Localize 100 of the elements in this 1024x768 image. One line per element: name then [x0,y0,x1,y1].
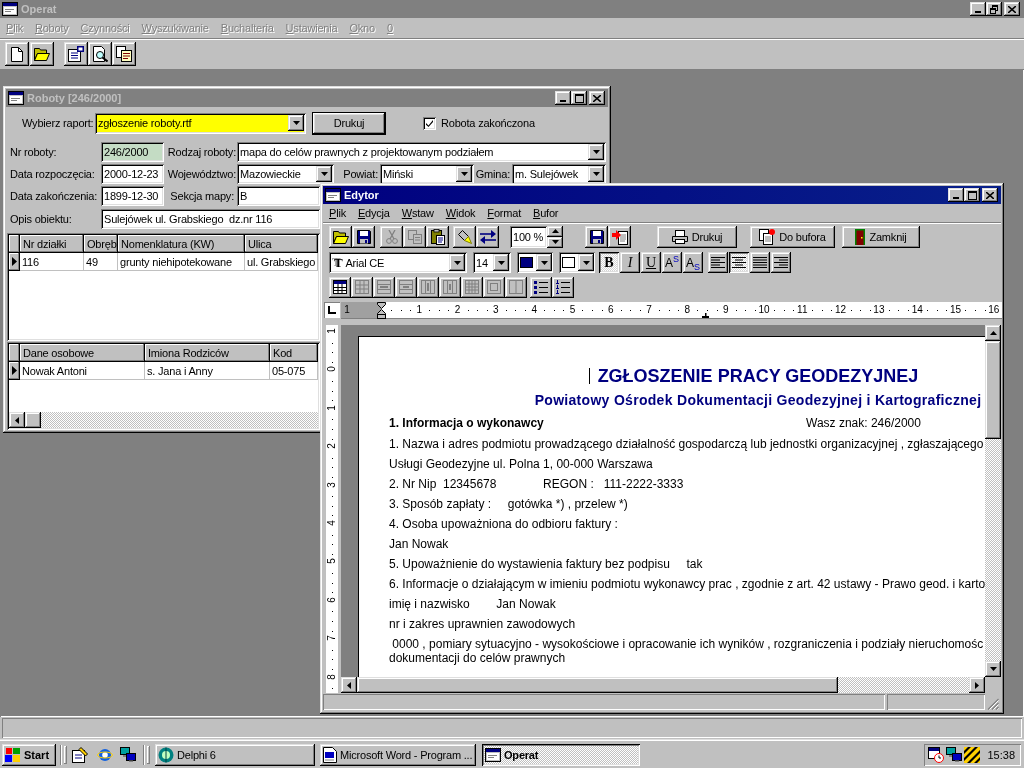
menu-item[interactable]: Wstaw [395,205,440,221]
calendar-clock-icon[interactable] [928,746,944,763]
taskbar-button[interactable]: Operat [482,743,640,766]
monitors-icon[interactable] [946,747,962,762]
document-page[interactable] [358,336,985,677]
dropdown-field[interactable]: Miński [380,164,474,184]
documents-button[interactable] [112,42,136,66]
dropdown-button[interactable] [493,254,509,271]
taskbar-button[interactable]: Microsoft Word - Program ... [320,743,476,766]
save-button[interactable] [352,225,375,248]
highlight-button[interactable] [453,225,476,248]
menu-item[interactable]: Edycja [351,205,396,221]
close-button[interactable] [982,188,998,202]
dropdown-field[interactable]: zgłoszenie roboty.rtf [95,112,306,134]
checkbox[interactable] [423,116,436,130]
close-button[interactable] [1004,2,1020,16]
size-dropdown[interactable]: 14 [473,252,511,273]
monitors-icon[interactable] [120,747,136,762]
buffer-button[interactable]: Do bufora [750,225,835,248]
zoom-field[interactable]: 100 % [510,225,547,248]
dropdown-field[interactable]: m. Sulejówek [512,164,606,184]
scrollbar-thumb[interactable] [25,412,41,428]
numbered-list-button[interactable] [552,276,574,298]
dropdown-button[interactable] [536,254,552,271]
menu-item[interactable]: Bufor [527,205,565,221]
dropdown-button[interactable] [588,166,604,182]
spin-up-button[interactable] [547,225,563,237]
dropdown-button[interactable] [449,254,465,271]
bullet-list-button[interactable] [530,276,552,298]
pencil-paper-icon[interactable] [72,746,88,763]
tab-selector-button[interactable] [324,302,340,318]
column-header[interactable]: Nomenklatura (KW) [118,235,245,253]
print-preview-button[interactable] [88,42,112,66]
column-header[interactable]: Ulica [245,235,318,253]
globe-icon[interactable] [97,746,113,763]
align-left-button[interactable] [708,252,728,273]
scrollbar-thumb[interactable] [985,341,1001,439]
align-center-button[interactable] [729,252,749,273]
scroll-left-button[interactable] [341,677,357,693]
text-field[interactable]: 2000-12-23 [101,164,164,184]
open-button[interactable] [30,42,54,66]
superscript-button[interactable]: A$^{S}$ [662,252,682,273]
column-header[interactable]: Nr działki [20,235,84,253]
text-field[interactable]: B [237,186,320,206]
column-header[interactable]: Imiona Rodziców [145,344,270,362]
column-header[interactable]: Obręb [84,235,118,253]
hazard-stripes-icon[interactable] [964,746,980,763]
color-dropdown[interactable] [517,252,553,273]
save-button[interactable] [585,225,608,248]
minimize-button[interactable] [970,2,986,16]
align-right-button[interactable] [771,252,791,273]
menu-item[interactable]: Format [481,205,527,221]
dropdown-button[interactable] [456,166,472,182]
restore-button[interactable] [986,2,1002,16]
vertical-scrollbar[interactable] [985,325,1001,677]
close-editor-button[interactable]: Zamknij [842,225,920,248]
font-dropdown[interactable]: T Arial CE [329,252,467,273]
spin-down-button[interactable] [547,236,563,248]
dropdown-button[interactable] [578,254,594,271]
dropdown-button[interactable] [316,166,332,182]
scroll-up-button[interactable] [985,325,1001,341]
dropdown-field[interactable]: mapa do celów prawnych z projektowanym podziałem [237,142,606,162]
align-justify-button[interactable] [750,252,770,273]
text-field[interactable]: 246/2000 [101,142,164,162]
horizontal-scrollbar[interactable] [9,412,318,428]
italic-button[interactable]: I [620,252,640,273]
dropdown-button[interactable] [588,144,604,160]
close-button[interactable] [589,91,605,105]
underline-button[interactable]: U [641,252,661,273]
maximize-button[interactable] [571,91,587,105]
maximize-button[interactable] [964,188,980,202]
bold-button[interactable]: B [599,252,619,273]
table-tool-button[interactable] [329,276,351,298]
minimize-button[interactable] [555,91,571,105]
taskbar-button[interactable]: Delphi 6 [155,743,315,766]
scroll-right-button[interactable] [969,677,985,693]
text-field[interactable]: Sulejówek ul. Grabskiego dz.nr 116 [101,209,320,229]
scroll-down-button[interactable] [985,661,1001,677]
replace-button[interactable] [476,225,499,248]
text-field[interactable]: 1899-12-30 [101,186,164,206]
menu-item[interactable]: Plik [323,205,352,221]
column-header[interactable]: Kod [270,344,318,362]
menu-item[interactable]: Widok [439,205,482,221]
minimize-button[interactable] [948,188,964,202]
paste-button[interactable] [426,225,449,248]
open-button[interactable] [329,225,352,248]
start-button[interactable]: Start [2,743,56,766]
color-dropdown[interactable] [559,252,595,273]
document-list-button[interactable] [64,42,88,66]
horizontal-scrollbar[interactable] [341,677,985,693]
print-button[interactable]: Drukuj [657,225,737,248]
print-button[interactable]: Drukuj [312,111,386,135]
subscript-button[interactable]: A$_{S}$ [683,252,703,273]
new-document-button[interactable] [5,42,29,66]
column-header[interactable]: Dane osobowe [20,344,145,362]
dropdown-button[interactable] [288,115,304,131]
scroll-left-button[interactable] [9,412,25,428]
checkbox-label[interactable]: Robota zakończona [441,117,535,129]
scrollbar-thumb[interactable] [357,677,838,693]
dropdown-field[interactable]: Mazowieckie [237,164,334,184]
